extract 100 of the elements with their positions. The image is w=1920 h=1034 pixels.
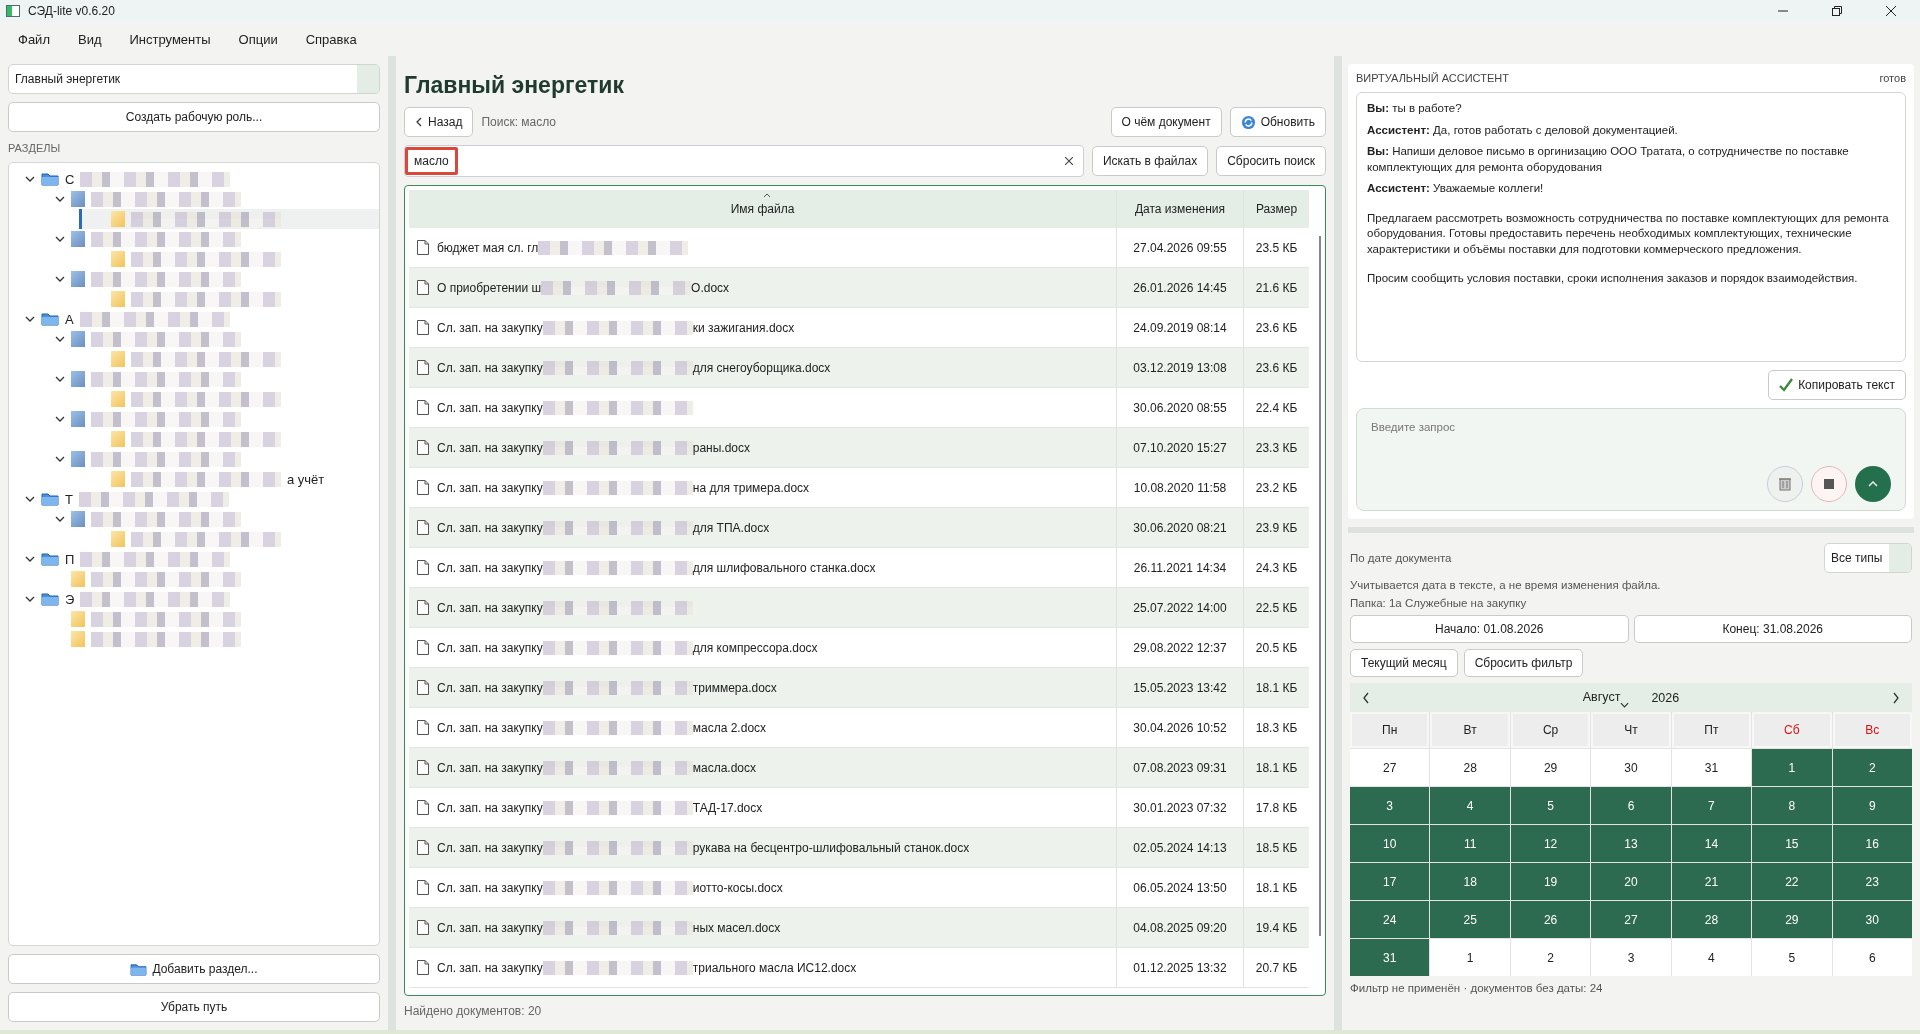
file-name-cell[interactable]: Сл. зап. на закупку иотто-косы.docx: [409, 868, 1116, 907]
file-name-cell[interactable]: Сл. зап. на закупку ТАД-17.docx: [409, 788, 1116, 827]
calendar-day[interactable]: 5: [1752, 939, 1832, 976]
current-month-button[interactable]: Текущий месяц: [1350, 649, 1458, 677]
menu-item[interactable]: Вид: [63, 27, 116, 51]
menu-item[interactable]: Справка: [291, 27, 371, 51]
file-name-cell[interactable]: Сл. зап. на закупку масла 2.docx: [409, 708, 1116, 747]
calendar-day[interactable]: 20: [1591, 863, 1671, 900]
calendar-day[interactable]: 5: [1510, 787, 1591, 824]
file-name-cell[interactable]: Сл. зап. на закупку рукава на бесцентро-шлифовальный станок.docx: [409, 828, 1116, 867]
calendar-day[interactable]: 12: [1510, 825, 1591, 862]
chevron-down-icon[interactable]: [25, 554, 35, 564]
chevron-left-icon[interactable]: [1362, 691, 1370, 704]
scrollbar[interactable]: [1319, 236, 1321, 936]
chevron-down-icon[interactable]: [55, 334, 65, 344]
role-select[interactable]: Главный энергетик: [8, 64, 380, 94]
calendar-day[interactable]: 22: [1752, 863, 1832, 900]
chevron-down-icon[interactable]: [55, 194, 65, 204]
restore-icon[interactable]: [1832, 6, 1842, 16]
back-button[interactable]: Назад: [404, 107, 474, 137]
calendar-day[interactable]: 25: [1430, 901, 1510, 938]
calendar-day[interactable]: 30: [1832, 901, 1912, 938]
calendar-day[interactable]: 31: [1671, 749, 1752, 786]
trash-button[interactable]: [1767, 466, 1803, 502]
chevron-down-icon[interactable]: [55, 374, 65, 384]
start-date-button[interactable]: Начало: 01.08.2026: [1350, 615, 1629, 643]
remove-path-button[interactable]: Убрать путь: [8, 992, 380, 1022]
calendar-day[interactable]: 3: [1591, 939, 1671, 976]
chevron-down-icon[interactable]: [55, 414, 65, 424]
file-name-cell[interactable]: Сл. зап. на закупку раны.docx: [409, 428, 1116, 467]
reset-search-button[interactable]: Сбросить поиск: [1216, 146, 1326, 176]
chevron-down-icon[interactable]: [25, 494, 35, 504]
chevron-right-icon[interactable]: [1892, 691, 1900, 704]
chevron-down-icon[interactable]: [55, 514, 65, 524]
calendar-day[interactable]: 18: [1430, 863, 1510, 900]
file-name-cell[interactable]: Сл. зап. на закупку ных масел.docx: [409, 908, 1116, 947]
tree-item[interactable]: Э: [9, 589, 379, 609]
calendar-day[interactable]: 27: [1350, 749, 1430, 786]
copy-text-button[interactable]: Копировать текст: [1768, 370, 1906, 400]
refresh-button[interactable]: Обновить: [1229, 107, 1326, 137]
tree-item[interactable]: [79, 209, 379, 229]
chevron-down-icon[interactable]: [25, 594, 35, 604]
calendar-day[interactable]: 14: [1671, 825, 1752, 862]
file-name-cell[interactable]: бюджет мая сл. гл: [409, 228, 1116, 267]
search-field[interactable]: масло: [404, 145, 1084, 177]
file-name-cell[interactable]: Сл. зап. на закупку: [409, 588, 1116, 627]
calendar-day[interactable]: 31: [1350, 939, 1430, 976]
calendar-day[interactable]: 6: [1832, 939, 1912, 976]
close-icon[interactable]: [1886, 6, 1896, 16]
calendar-day[interactable]: 10: [1350, 825, 1430, 862]
chevron-down-icon[interactable]: [55, 454, 65, 464]
tree-item[interactable]: С: [9, 169, 379, 189]
file-name-cell[interactable]: Сл. зап. на закупку триального масла ИС12.docx: [409, 948, 1116, 987]
calendar-day[interactable]: 4: [1430, 787, 1510, 824]
calendar-day[interactable]: 11: [1430, 825, 1510, 862]
end-date-button[interactable]: Конец: 31.08.2026: [1633, 615, 1912, 643]
month-select[interactable]: Август: [1582, 689, 1630, 706]
calendar-day[interactable]: 3: [1350, 787, 1430, 824]
file-name-cell[interactable]: Сл. зап. на закупку для шлифовального станка.docx: [409, 548, 1116, 587]
type-select[interactable]: Все типы: [1824, 543, 1912, 573]
search-files-button[interactable]: Искать в файлах: [1091, 146, 1209, 176]
create-role-button[interactable]: Создать рабочую роль...: [8, 102, 380, 132]
add-section-button[interactable]: Добавить раздел...: [8, 954, 380, 984]
clear-icon[interactable]: [1064, 157, 1073, 165]
calendar-day[interactable]: 1: [1752, 749, 1832, 786]
menu-item[interactable]: Опции: [224, 27, 292, 51]
file-name-cell[interactable]: Сл. зап. на закупку для снегоуборщика.docx: [409, 348, 1116, 387]
calendar-day[interactable]: 9: [1832, 787, 1912, 824]
chevron-down-icon[interactable]: [25, 314, 35, 324]
calendar-day[interactable]: 28: [1430, 749, 1510, 786]
calendar-day[interactable]: 27: [1591, 901, 1671, 938]
calendar-day[interactable]: 26: [1510, 901, 1591, 938]
file-name-cell[interactable]: Сл. зап. на закупку ки зажигания.docx: [409, 308, 1116, 347]
menu-item[interactable]: Файл: [4, 27, 64, 51]
file-name-cell[interactable]: Сл. зап. на закупку масла.docx: [409, 748, 1116, 787]
year-select[interactable]: 2026: [1651, 690, 1680, 705]
calendar-day[interactable]: 19: [1510, 863, 1591, 900]
calendar-day[interactable]: 23: [1832, 863, 1912, 900]
calendar-day[interactable]: 2: [1510, 939, 1591, 976]
calendar-day[interactable]: 24: [1350, 901, 1430, 938]
file-name-cell[interactable]: Сл. зап. на закупку: [409, 388, 1116, 427]
chevron-down-icon[interactable]: [25, 174, 35, 184]
calendar-day[interactable]: 30: [1591, 749, 1671, 786]
tree-item[interactable]: П: [9, 549, 379, 569]
calendar-day[interactable]: 21: [1671, 863, 1752, 900]
calendar-day[interactable]: 29: [1752, 901, 1832, 938]
file-name-cell[interactable]: Сл. зап. на закупку триммера.docx: [409, 668, 1116, 707]
calendar-day[interactable]: 17: [1350, 863, 1430, 900]
calendar-day[interactable]: 28: [1671, 901, 1752, 938]
tree-item[interactable]: Т: [9, 489, 379, 509]
reset-filter-button[interactable]: Сбросить фильтр: [1463, 649, 1584, 677]
chevron-down-icon[interactable]: [55, 274, 65, 284]
calendar-day[interactable]: 7: [1671, 787, 1752, 824]
tree-item[interactable]: а учёт: [79, 469, 379, 489]
column-header[interactable]: Имя файла: [409, 190, 1116, 228]
stop-button[interactable]: [1811, 466, 1847, 502]
file-name-cell[interactable]: О приобретении ш О.docx: [409, 268, 1116, 307]
calendar-day[interactable]: 2: [1832, 749, 1912, 786]
calendar-day[interactable]: 29: [1510, 749, 1591, 786]
about-document-button[interactable]: О чём документ: [1110, 107, 1222, 137]
